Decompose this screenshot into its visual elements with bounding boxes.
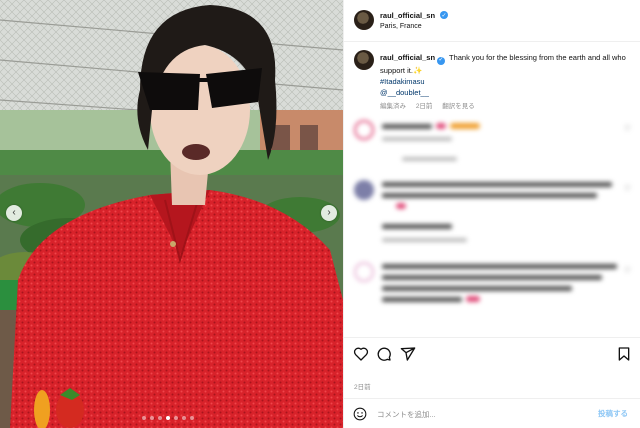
- post-location[interactable]: Paris, France: [380, 23, 422, 30]
- bookmark-icon[interactable]: [616, 346, 632, 362]
- caption-avatar[interactable]: [354, 50, 374, 70]
- carousel-dot: [174, 416, 178, 420]
- caption-username[interactable]: raul_official_sn: [380, 53, 435, 62]
- carousel-dot: [150, 416, 154, 420]
- post-date[interactable]: 2日前: [354, 381, 371, 391]
- heart-icon[interactable]: [353, 346, 369, 362]
- carousel-dot: [158, 416, 162, 420]
- chevron-left-icon: ‹: [12, 207, 16, 218]
- carousel-indicator: [142, 416, 194, 420]
- sparkle-emoji: ✨: [412, 65, 423, 75]
- post-comment-button[interactable]: 投稿する: [598, 408, 628, 419]
- post-username[interactable]: raul_official_sn: [380, 11, 435, 20]
- caption: raul_official_sn ✓ Thank you for the bles…: [380, 52, 630, 98]
- carousel-next-button[interactable]: ›: [321, 205, 337, 221]
- post-side-panel: raul_official_sn ✓ Paris, France raul_of…: [343, 0, 640, 428]
- add-comment-bar: 投稿する: [344, 398, 640, 428]
- heart-icon[interactable]: ♡: [624, 184, 631, 193]
- caption-edited: 編集済み: [380, 103, 406, 110]
- carousel-dot-active: [166, 416, 170, 420]
- see-translation-link[interactable]: 翻訳を見る: [442, 103, 475, 110]
- chevron-right-icon: ›: [327, 207, 331, 218]
- comment-icon[interactable]: [376, 346, 392, 362]
- avatar[interactable]: [354, 10, 374, 30]
- caption-meta: 編集済み 2日前 翻訳を見る: [380, 100, 475, 110]
- caption-mention[interactable]: @__doublet__: [380, 88, 429, 97]
- carousel-dot: [142, 416, 146, 420]
- verified-badge-icon: ✓: [440, 11, 448, 19]
- caption-time: 2日前: [415, 103, 433, 110]
- carousel-prev-button[interactable]: ‹: [6, 205, 22, 221]
- comments-list: ♡ ♡ ♡: [344, 112, 640, 337]
- post-header: raul_official_sn ✓ Paris, France: [344, 0, 640, 42]
- caption-hashtag[interactable]: #Itadakimasu: [380, 77, 425, 86]
- heart-icon[interactable]: ♡: [624, 124, 631, 133]
- carousel-dot: [190, 416, 194, 420]
- verified-badge-icon: ✓: [437, 56, 446, 65]
- post-actions: [344, 337, 640, 377]
- post-photo[interactable]: ‹ ›: [0, 0, 343, 428]
- carousel-dot: [182, 416, 186, 420]
- share-icon[interactable]: [400, 346, 416, 362]
- selfie-photo: [0, 0, 343, 428]
- emoji-icon[interactable]: [353, 407, 367, 421]
- comment-input[interactable]: [377, 407, 587, 421]
- heart-icon[interactable]: ♡: [624, 266, 631, 275]
